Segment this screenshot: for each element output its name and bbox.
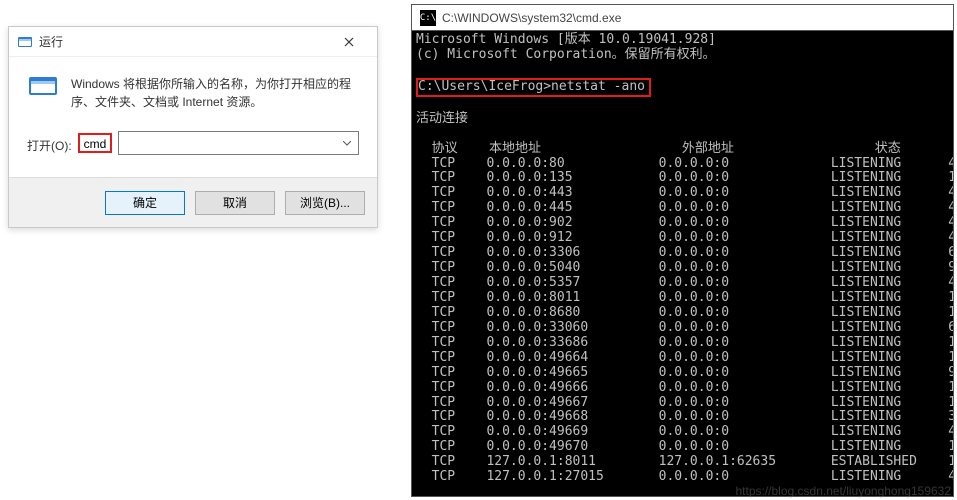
cmd-table: 协议 本地地址 外部地址 状态 PID TCP 0.0.0.0:80 0.0.0… [416,141,953,485]
run-dialog: 运行 Windows 将根据你所输入的名称，为你打开相应的程序、文件夹、文档或 … [8,26,378,228]
cmd-titlebar[interactable]: C:\ C:\WINDOWS\system32\cmd.exe [412,5,953,31]
close-icon [344,37,354,47]
run-icon [17,34,33,50]
cmd-section-title: 活动连接 [416,111,468,126]
run-description: Windows 将根据你所输入的名称，为你打开相应的程序、文件夹、文档或 Int… [71,75,359,111]
chevron-down-icon [340,136,354,150]
cmd-icon: C:\ [420,10,436,26]
browse-button[interactable]: 浏览(B)... [285,191,365,215]
cmd-output[interactable]: Microsoft Windows [版本 10.0.19041.928] (c… [412,31,953,496]
run-app-icon [27,75,59,101]
highlight-box-cmd: cmd [78,133,113,153]
run-dialog-titlebar[interactable]: 运行 [9,27,377,57]
run-dialog-title: 运行 [39,33,329,50]
cmd-line-copyright: (c) Microsoft Corporation。保留所有权利。 [416,47,716,62]
cmd-line-version: Microsoft Windows [版本 10.0.19041.928] [416,32,716,47]
ok-button[interactable]: 确定 [105,191,185,215]
cmd-window-title: C:\WINDOWS\system32\cmd.exe [442,11,621,25]
open-value-highlight: cmd [84,137,107,151]
highlight-box-netstat: C:\Users\IceFrog>netstat -ano [416,78,651,97]
cmd-prompt-line: C:\Users\IceFrog>netstat -ano [418,79,645,94]
cmd-window: C:\ C:\WINDOWS\system32\cmd.exe Microsof… [411,4,954,497]
close-button[interactable] [329,28,369,55]
open-combobox[interactable] [118,131,359,155]
watermark-text: https://blog.csdn.net/liuyonghong159632 [735,484,951,498]
run-dialog-buttons: 确定 取消 浏览(B)... [9,177,377,227]
cancel-button[interactable]: 取消 [195,191,275,215]
open-label: 打开(O): [27,133,72,154]
